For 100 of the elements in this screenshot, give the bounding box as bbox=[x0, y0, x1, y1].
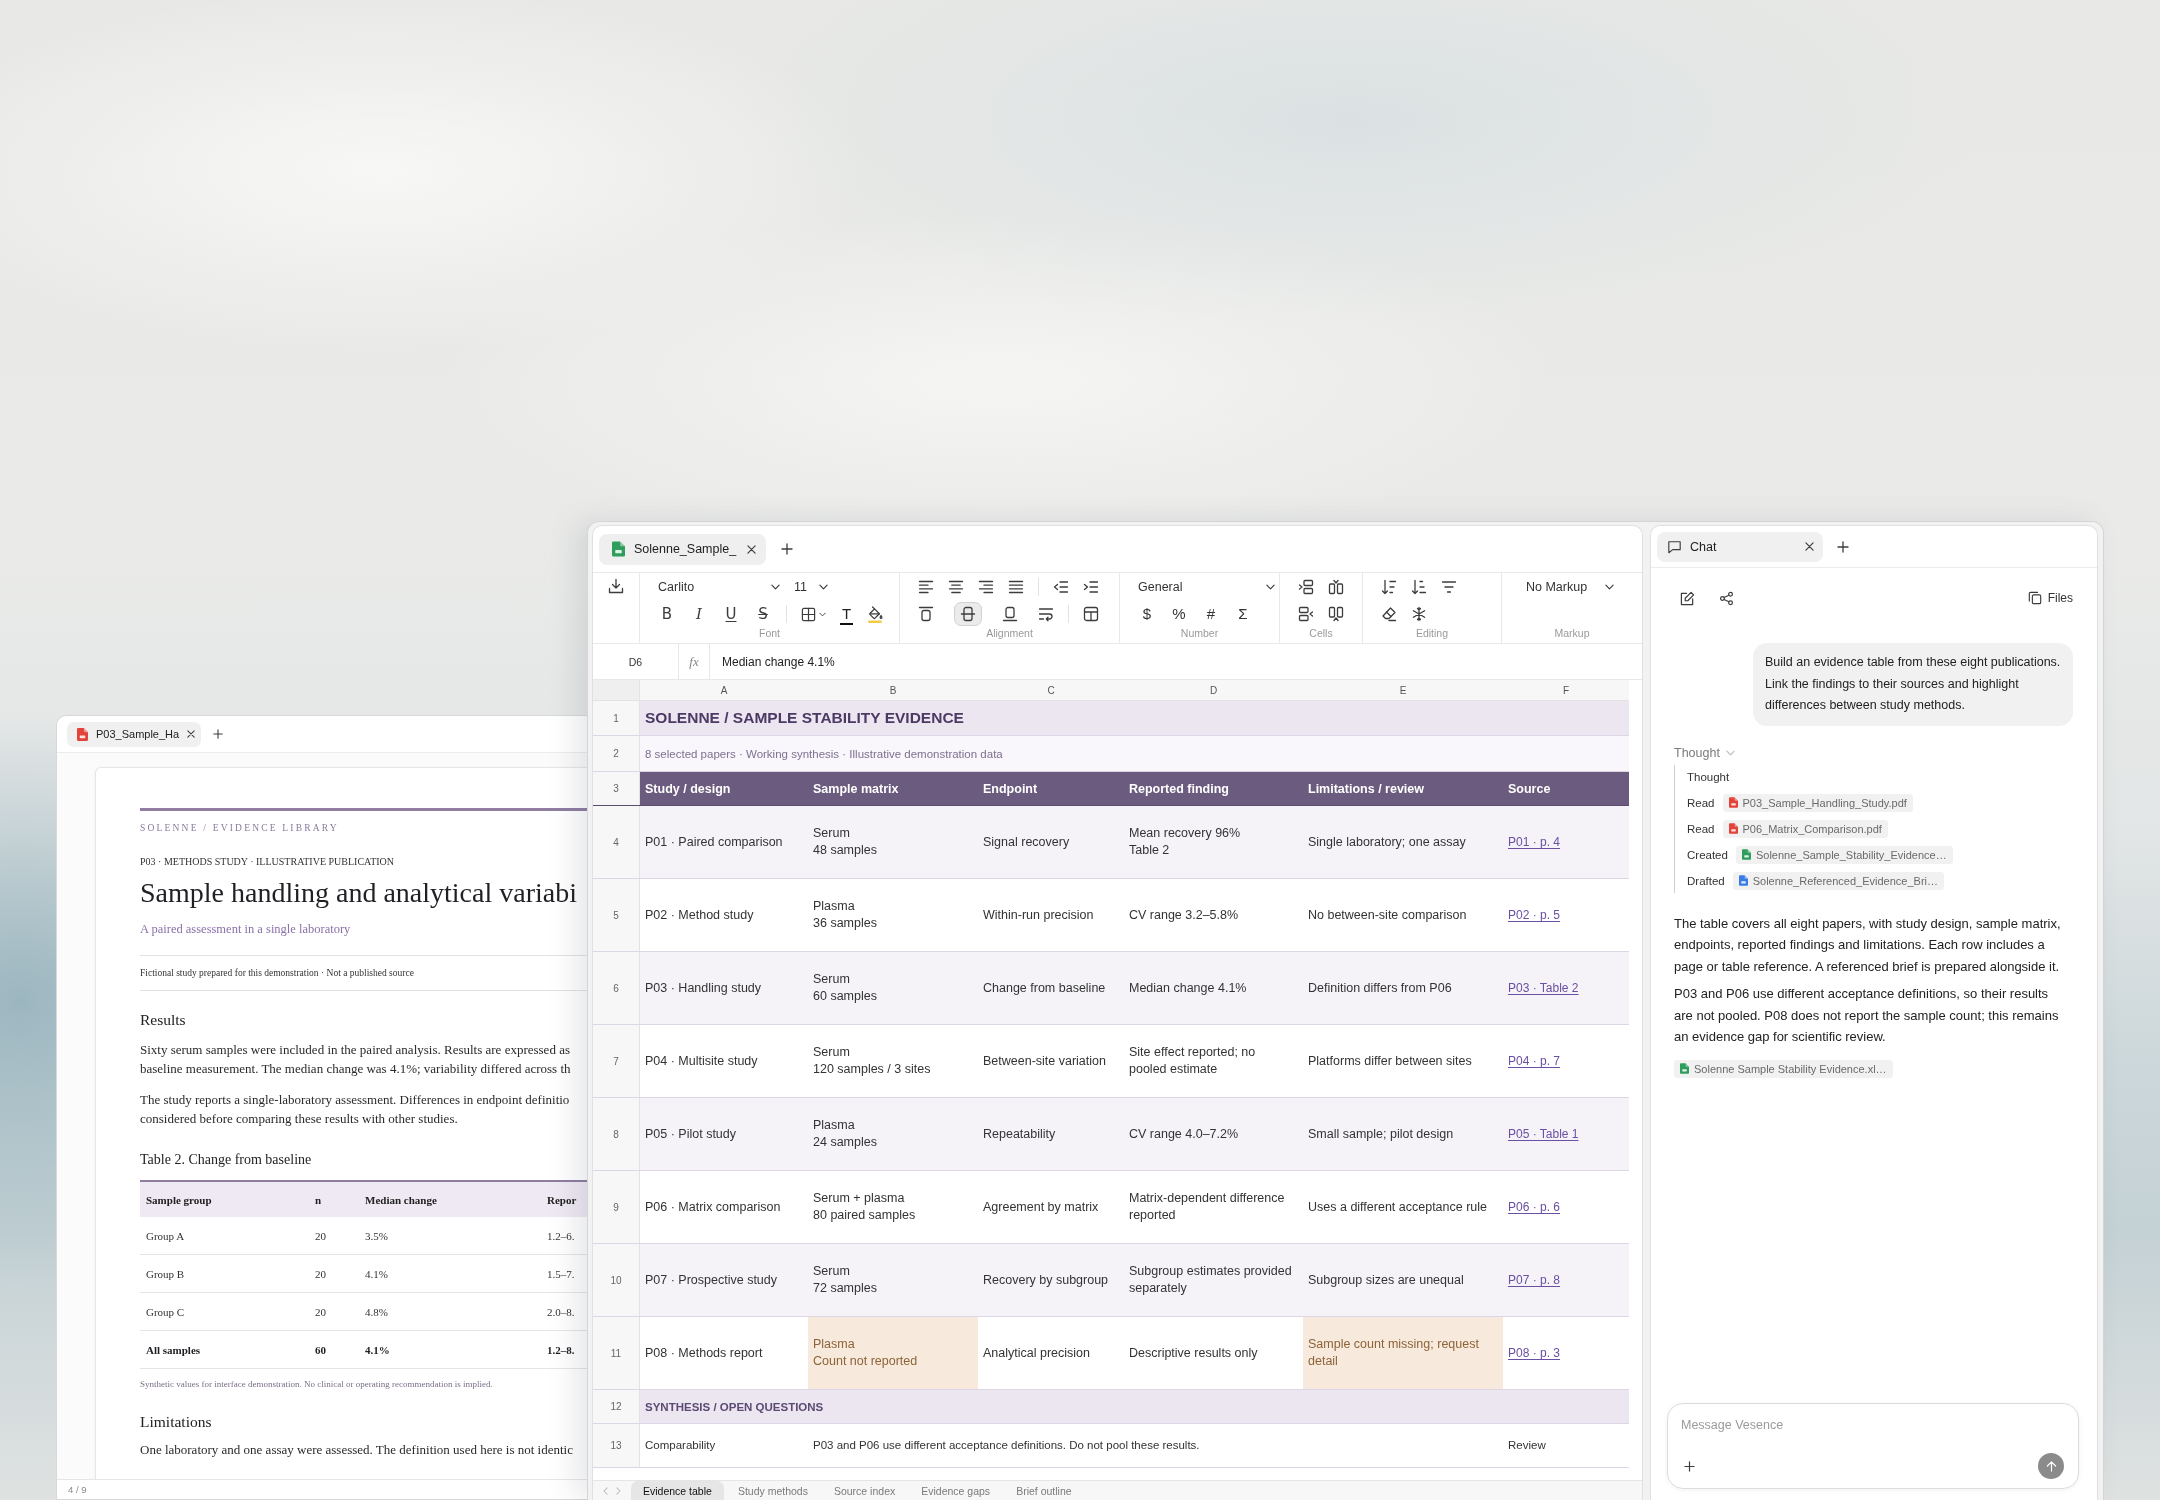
close-icon[interactable] bbox=[187, 730, 196, 738]
filter-icon[interactable] bbox=[1441, 579, 1457, 595]
table-cell-text: Serum 60 samples bbox=[812, 971, 878, 1005]
table-cell-text: No between-site comparison bbox=[1307, 906, 1468, 924]
new-tab-icon[interactable] bbox=[213, 729, 223, 739]
font-family-dropdown[interactable]: Carlito bbox=[658, 580, 780, 594]
bold-button[interactable]: B bbox=[658, 603, 676, 625]
justify-icon[interactable] bbox=[1008, 579, 1024, 595]
files-button[interactable]: Files bbox=[2027, 591, 2073, 605]
table-cell: Sample count missing; request detail bbox=[1303, 1317, 1503, 1389]
column-heading: Study / design bbox=[644, 780, 732, 798]
disclaimer-text: Fictional study prepared for this demonstration · Not a published source bbox=[140, 967, 415, 980]
table-cell-text: Agreement by matrix bbox=[982, 1198, 1100, 1216]
edit-icon[interactable] bbox=[1680, 590, 1695, 606]
table-cell-text: Descriptive results only bbox=[1128, 1344, 1259, 1362]
number-format-dropdown[interactable]: General bbox=[1138, 580, 1275, 594]
snowflake-icon[interactable] bbox=[1411, 606, 1427, 622]
close-icon[interactable] bbox=[1805, 542, 1814, 551]
row-number: 6 bbox=[593, 952, 640, 1024]
source-link[interactable]: P07 · p. 8 bbox=[1508, 1273, 1561, 1287]
sheet-tab[interactable]: Source index bbox=[821, 1480, 908, 1500]
file-tab[interactable]: Solenne_Sample_ bbox=[599, 533, 766, 565]
file-chip[interactable]: Solenne Sample Stability Evidence.xl… bbox=[1674, 1059, 1893, 1078]
table-cell-text: Plasma 36 samples bbox=[812, 898, 878, 932]
pdf-file-icon bbox=[1728, 797, 1738, 808]
text-color-button[interactable]: T bbox=[840, 603, 854, 625]
align-left-icon[interactable] bbox=[918, 579, 934, 595]
indent-icon[interactable] bbox=[1083, 579, 1099, 595]
italic-button[interactable]: I bbox=[690, 603, 708, 625]
align-middle-button[interactable] bbox=[954, 602, 982, 626]
file-chip[interactable]: Solenne_Sample_Stability_Evidence… bbox=[1735, 845, 1953, 864]
chat-tab[interactable]: Chat bbox=[1657, 531, 1823, 562]
sheet-tab[interactable]: Brief outline bbox=[1004, 1480, 1084, 1500]
thought-toggle[interactable]: Thought bbox=[1674, 745, 1735, 760]
eraser-icon[interactable] bbox=[1381, 606, 1397, 622]
source-link[interactable]: P03 · Table 2 bbox=[1508, 981, 1579, 995]
table-cell-text: Review bbox=[1507, 1438, 1547, 1453]
sum-button[interactable]: Σ bbox=[1234, 603, 1252, 625]
table-cell-text: P03 · Handling study bbox=[644, 979, 763, 997]
insert-rows-icon[interactable] bbox=[1298, 579, 1314, 595]
row-number: 10 bbox=[593, 1244, 640, 1316]
insert-columns-icon[interactable] bbox=[1328, 579, 1344, 595]
table-cell-text: 60 bbox=[314, 1343, 327, 1356]
percent-format-button[interactable]: % bbox=[1170, 603, 1188, 625]
table-cell-text: 1.5–7. bbox=[546, 1267, 576, 1280]
table-cell-text: P03 and P06 use different acceptance definitions. Do not pool these results. bbox=[812, 1438, 1201, 1453]
section-heading: SYNTHESIS / OPEN QUESTIONS bbox=[640, 1390, 1629, 1423]
file-chip[interactable]: P03_Sample_Handling_Study.pdf bbox=[1722, 793, 1913, 812]
source-link[interactable]: P04 · p. 7 bbox=[1508, 1054, 1561, 1068]
publication-kicker: P03 · METHODS STUDY · ILLUSTRATIVE PUBLICATION bbox=[140, 856, 396, 868]
sort-descending-icon[interactable] bbox=[1411, 579, 1427, 595]
send-button[interactable] bbox=[2038, 1453, 2064, 1479]
column-header: Repor bbox=[546, 1193, 578, 1206]
merge-cells-icon[interactable] bbox=[1083, 606, 1099, 622]
sort-ascending-icon[interactable] bbox=[1381, 579, 1397, 595]
source-link[interactable]: P08 · p. 3 bbox=[1508, 1346, 1561, 1360]
section-heading: Limitations bbox=[140, 1412, 213, 1432]
align-center-icon[interactable] bbox=[948, 579, 964, 595]
table-cell-text: All samples bbox=[145, 1343, 202, 1356]
file-chip[interactable]: P06_Matrix_Comparison.pdf bbox=[1722, 819, 1888, 838]
new-tab-icon[interactable] bbox=[781, 543, 793, 555]
source-link[interactable]: P01 · p. 4 bbox=[1508, 835, 1561, 849]
library-label: SOLENNE / EVIDENCE LIBRARY bbox=[140, 822, 340, 834]
table-cell-text: P06 · Matrix comparison bbox=[644, 1198, 782, 1216]
delete-rows-icon[interactable] bbox=[1298, 606, 1314, 622]
formula-input[interactable]: Median change 4.1% bbox=[710, 644, 1642, 679]
new-tab-icon[interactable] bbox=[1837, 540, 1849, 553]
source-link[interactable]: P05 · Table 1 bbox=[1508, 1127, 1579, 1141]
source-link[interactable]: P02 · p. 5 bbox=[1508, 908, 1561, 922]
font-size-dropdown[interactable]: 11 bbox=[794, 580, 828, 594]
paint-bucket-icon[interactable] bbox=[867, 605, 884, 623]
strikethrough-button[interactable]: S bbox=[754, 603, 772, 625]
file-chip[interactable]: Solenne_Referenced_Evidence_Bri… bbox=[1732, 871, 1944, 890]
close-icon[interactable] bbox=[747, 544, 756, 554]
sheet-tab[interactable]: Evidence gaps bbox=[909, 1480, 1003, 1500]
document-tab[interactable]: P03_Sample_Ha bbox=[67, 721, 201, 747]
plus-icon[interactable] bbox=[1684, 1460, 1695, 1472]
column-header: n bbox=[314, 1193, 323, 1206]
column-letter: C bbox=[1046, 683, 1056, 698]
message-input[interactable]: Message Vesence bbox=[1681, 1418, 2064, 1432]
source-link[interactable]: P06 · p. 6 bbox=[1508, 1200, 1561, 1214]
currency-format-button[interactable]: $ bbox=[1138, 603, 1156, 625]
markup-dropdown[interactable]: No Markup bbox=[1526, 580, 1614, 594]
number-format-button[interactable]: # bbox=[1202, 603, 1220, 625]
outdent-icon[interactable] bbox=[1053, 579, 1069, 595]
row-number: 4 bbox=[593, 806, 640, 878]
share-icon[interactable] bbox=[1719, 590, 1734, 606]
sheet-tab[interactable]: Evidence table bbox=[631, 1480, 724, 1500]
download-icon[interactable] bbox=[608, 578, 624, 594]
assistant-message: P03 and P06 use different acceptance definitions, so their results are not pooled. P08 does not report the sample count; this remains an evidence gap for scientific review. bbox=[1674, 985, 2060, 1046]
wrap-text-icon[interactable] bbox=[1038, 606, 1054, 622]
delete-columns-icon[interactable] bbox=[1328, 606, 1344, 622]
underline-button[interactable]: U bbox=[722, 603, 740, 625]
borders-button[interactable] bbox=[801, 606, 826, 622]
align-right-icon[interactable] bbox=[978, 579, 994, 595]
name-box[interactable]: D6 bbox=[593, 644, 679, 679]
align-middle-icon bbox=[960, 606, 976, 622]
table-cell-text: Repeatability bbox=[982, 1125, 1057, 1143]
sheet-tab[interactable]: Study methods bbox=[725, 1480, 820, 1500]
row-number: 8 bbox=[593, 1098, 640, 1170]
